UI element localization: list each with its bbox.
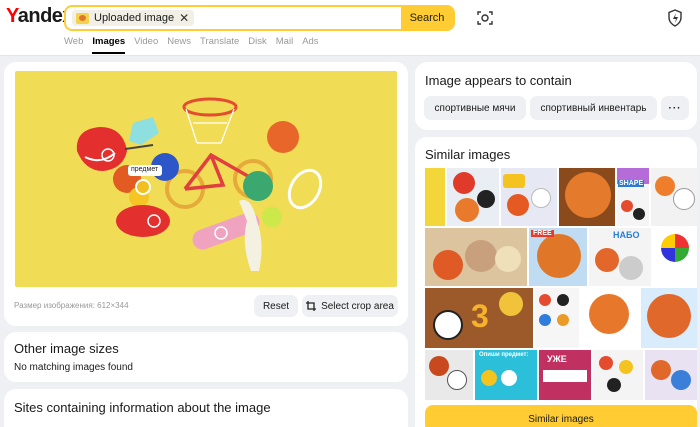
tab-disk[interactable]: Disk	[248, 36, 266, 54]
chip-label: Uploaded image	[94, 12, 175, 24]
remove-chip-icon[interactable]: ✕	[179, 11, 189, 25]
image-contains-panel: Image appears to contain спортивные мячи…	[415, 62, 697, 130]
tab-translate[interactable]: Translate	[200, 36, 239, 54]
similar-thumb[interactable]	[425, 350, 473, 400]
search-button[interactable]: Search	[401, 7, 453, 29]
similar-thumb[interactable]	[653, 228, 697, 286]
camera-search-icon[interactable]	[477, 10, 493, 26]
similar-thumb[interactable]: SHAPE	[617, 168, 649, 226]
similar-thumb[interactable]: НАБО	[589, 228, 651, 286]
yandex-logo[interactable]: Yandex	[6, 5, 74, 28]
select-crop-area-button[interactable]: Select crop area	[302, 295, 398, 317]
thumb-text-free: FREE	[531, 230, 554, 237]
thumb-text-describe: Опиши предмет:	[479, 352, 529, 358]
similar-thumb[interactable]	[447, 168, 499, 226]
similar-thumb[interactable]: 3	[425, 288, 533, 348]
similar-thumb[interactable]	[425, 228, 527, 286]
similar-thumb[interactable]	[641, 288, 697, 348]
shield-icon[interactable]	[667, 9, 683, 27]
uploaded-image-thumb-icon	[76, 12, 89, 24]
tag-sports-balls[interactable]: спортивные мячи	[424, 96, 526, 120]
service-nav: Web Images Video News Translate Disk Mai…	[64, 36, 328, 54]
similar-thumb[interactable]	[651, 168, 697, 226]
similar-images-button[interactable]: Similar images	[425, 405, 697, 427]
similar-images-grid: SHAPE FREE НАБО 3 Опиши предмет: УЖЕ	[425, 168, 697, 400]
similar-thumb[interactable]	[501, 168, 557, 226]
reset-button[interactable]: Reset	[254, 295, 298, 317]
search-bar[interactable]: Uploaded image ✕ Search	[64, 5, 455, 31]
similar-thumb[interactable]: УЖЕ	[539, 350, 591, 400]
thumb-text-uzhe: УЖЕ	[547, 354, 567, 364]
contains-title: Image appears to contain	[425, 73, 572, 88]
hotspot-label[interactable]: предмет	[131, 166, 158, 173]
other-sizes-title: Other image sizes	[14, 341, 119, 356]
tab-ads[interactable]: Ads	[302, 36, 318, 54]
similar-images-panel: Similar images SHAPE FREE НАБО 3 Опиши п…	[415, 137, 697, 427]
header: Yandex Uploaded image ✕ Search Web Image…	[0, 0, 700, 56]
tab-video[interactable]: Video	[134, 36, 158, 54]
sites-panel: Sites containing information about the i…	[4, 389, 408, 427]
similar-thumb[interactable]: FREE	[529, 228, 587, 286]
thumb-text-shape: SHAPE	[618, 180, 645, 187]
other-sizes-panel: Other image sizes No matching images fou…	[4, 332, 408, 382]
similar-thumb[interactable]: Опиши предмет:	[475, 350, 537, 400]
similar-thumb[interactable]	[593, 350, 643, 400]
tab-images[interactable]: Images	[92, 36, 126, 54]
other-sizes-message: No matching images found	[14, 362, 133, 373]
uploaded-image-panel: предмет Размер изображения: 612×344 Rese…	[4, 62, 408, 326]
crop-button-label: Select crop area	[321, 300, 394, 312]
uploaded-image-chip[interactable]: Uploaded image ✕	[72, 10, 195, 26]
similar-thumb[interactable]	[535, 288, 579, 348]
similar-thumb[interactable]	[645, 350, 697, 400]
sports-equipment-illustration	[76, 97, 323, 271]
thumb-text-nabo: НАБО	[613, 230, 640, 240]
more-tags-button[interactable]: ···	[661, 96, 689, 120]
tab-web[interactable]: Web	[64, 36, 83, 54]
tab-news[interactable]: News	[167, 36, 191, 54]
thumb-text-three: 3	[471, 298, 489, 334]
crop-icon	[306, 301, 317, 311]
sites-title: Sites containing information about the i…	[14, 400, 271, 415]
similar-thumb[interactable]	[425, 168, 445, 226]
tab-mail[interactable]: Mail	[276, 36, 293, 54]
similar-thumb[interactable]	[581, 288, 639, 348]
similar-title: Similar images	[425, 147, 511, 162]
similar-thumb[interactable]	[559, 168, 615, 226]
tag-sports-equipment[interactable]: спортивный инвентарь	[530, 96, 657, 120]
uploaded-image[interactable]: предмет	[15, 71, 397, 287]
image-size-text: Размер изображения: 612×344	[14, 301, 129, 310]
